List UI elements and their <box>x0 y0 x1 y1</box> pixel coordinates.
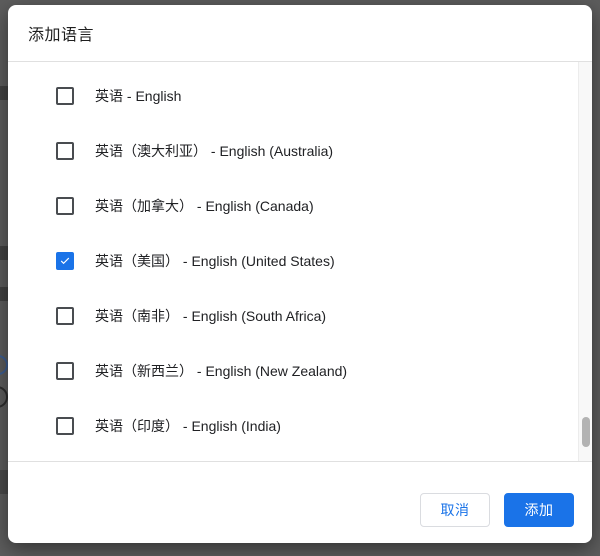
dialog-footer: 取消 添加 <box>8 462 592 543</box>
checkbox[interactable] <box>56 362 74 380</box>
language-label: 英语（美国） - English (United States) <box>95 251 335 271</box>
page-background: { "scrim": { "color": "#5d5d5d" }, "dial… <box>0 0 600 556</box>
checkmark-icon <box>58 253 72 269</box>
language-label: 英语（澳大利亚） - English (Australia) <box>95 141 333 161</box>
language-label: 英语（加拿大） - English (Canada) <box>95 196 314 216</box>
language-row[interactable]: 英语（印度） - English (India) <box>8 398 592 453</box>
language-label: 英语（印度） - English (India) <box>95 416 281 436</box>
checkbox[interactable] <box>56 197 74 215</box>
cancel-button[interactable]: 取消 <box>420 493 490 527</box>
language-row[interactable]: 英语（美国） - English (United States) <box>8 233 592 288</box>
scrollbar-track[interactable] <box>578 62 592 461</box>
background-page-fragment <box>0 470 8 494</box>
language-row[interactable]: 英语（加拿大） - English (Canada) <box>8 178 592 233</box>
checkbox[interactable] <box>56 87 74 105</box>
background-help-icon <box>0 355 8 375</box>
language-label: 英语 - English <box>95 86 181 106</box>
background-feedback-icon <box>0 386 8 408</box>
dialog-header: 添加语言 <box>8 5 592 62</box>
add-language-dialog: 添加语言 英语 - English 英语（澳大利亚） - English (Au… <box>8 5 592 543</box>
checkbox[interactable] <box>56 307 74 325</box>
language-list[interactable]: 英语 - English 英语（澳大利亚） - English (Austral… <box>8 62 592 462</box>
language-label: 英语（新西兰） - English (New Zealand) <box>95 361 347 381</box>
dialog-title: 添加语言 <box>28 21 94 45</box>
add-button[interactable]: 添加 <box>504 493 574 527</box>
scrollbar-thumb[interactable] <box>582 417 590 447</box>
language-row[interactable]: 英语（澳大利亚） - English (Australia) <box>8 123 592 178</box>
language-row[interactable]: 英语（新西兰） - English (New Zealand) <box>8 343 592 398</box>
language-row[interactable]: 英语 - English <box>8 68 592 123</box>
checkbox[interactable] <box>56 417 74 435</box>
language-label: 英语（南非） - English (South Africa) <box>95 306 326 326</box>
checkbox[interactable] <box>56 252 74 270</box>
language-row[interactable]: 英语（南非） - English (South Africa) <box>8 288 592 343</box>
checkbox[interactable] <box>56 142 74 160</box>
